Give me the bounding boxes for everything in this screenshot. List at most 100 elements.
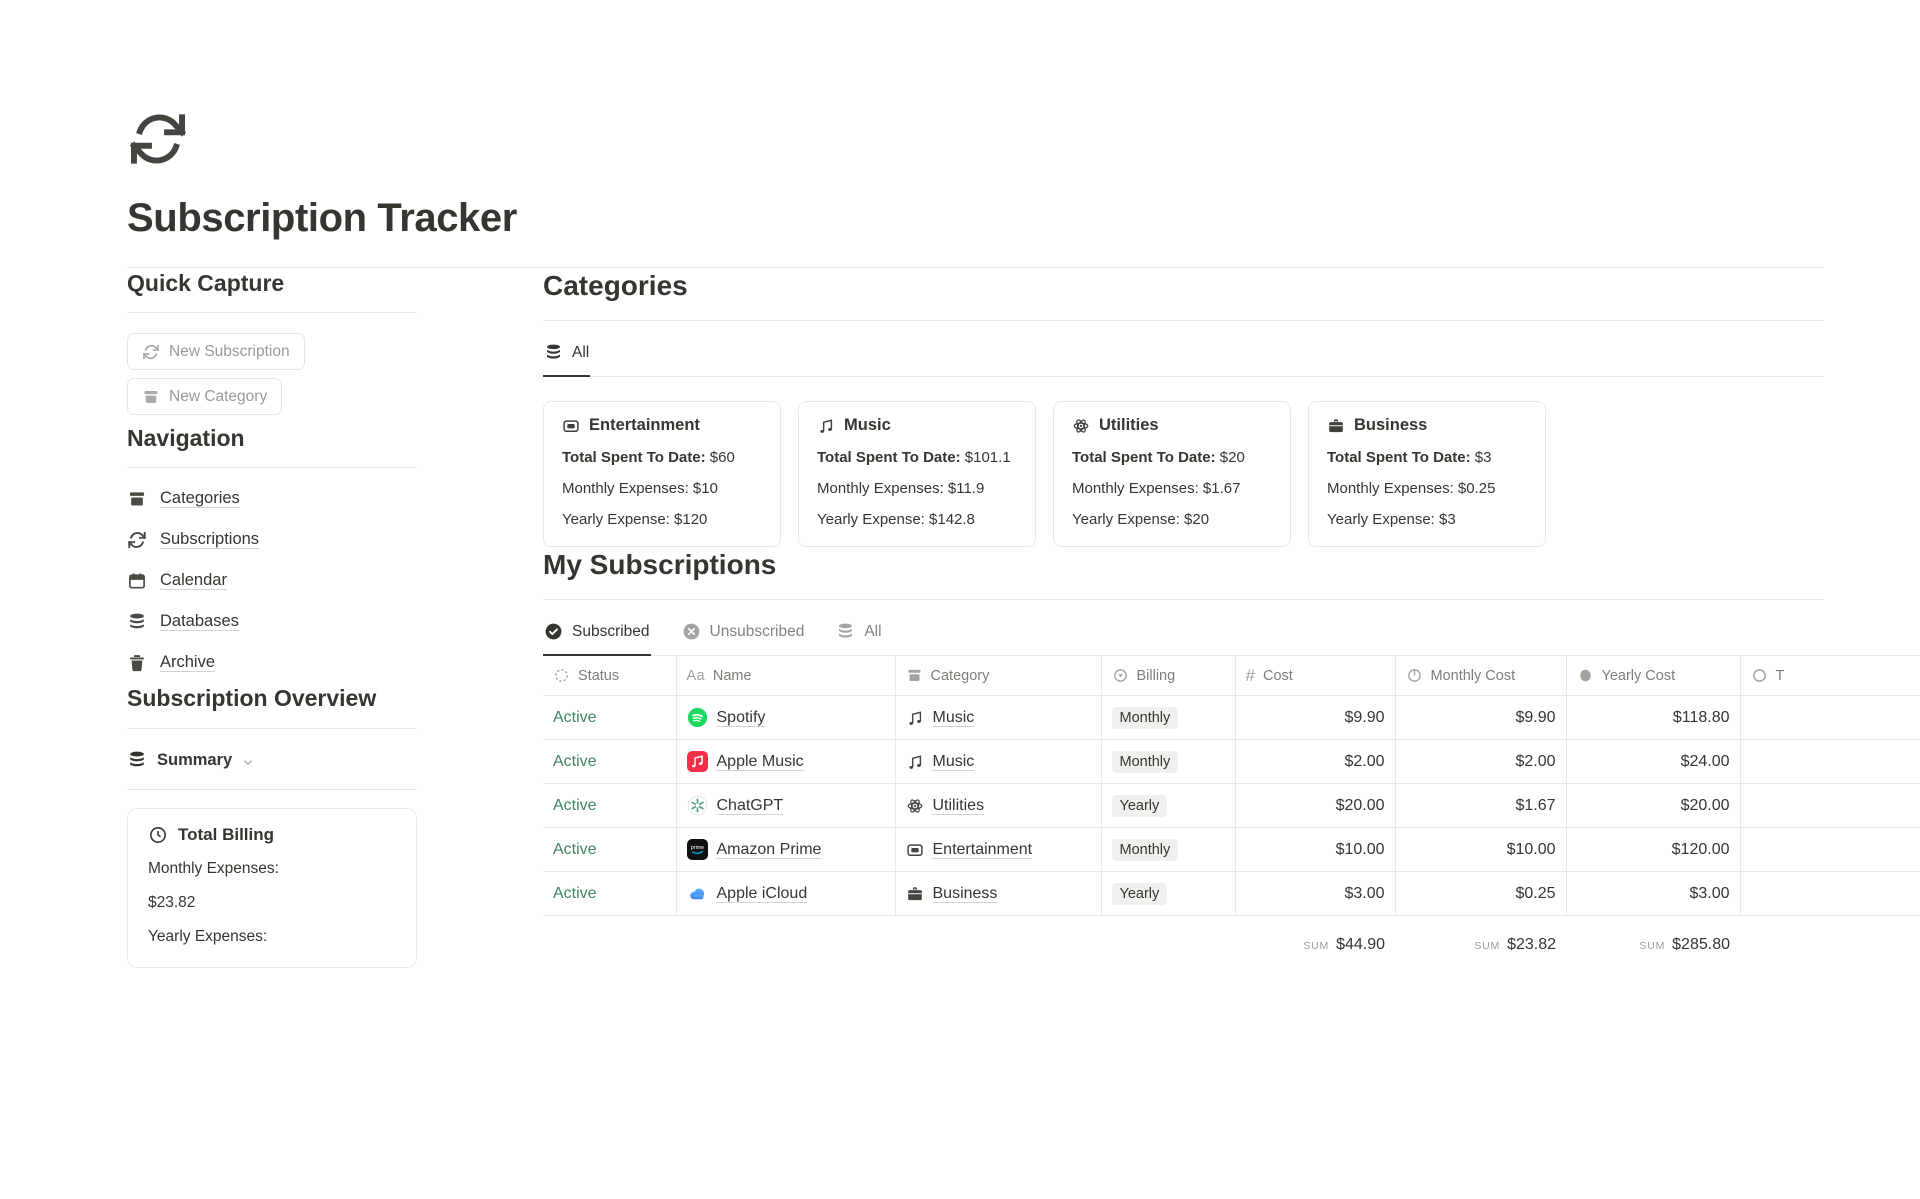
sidebar: Quick Capture New Subscription New Categ… (127, 268, 417, 968)
category-box-icon (127, 489, 147, 509)
page-icon-refresh[interactable] (127, 108, 189, 170)
billing-tag: Yearly (1112, 795, 1168, 817)
dial-icon (1406, 667, 1423, 684)
cost-value: $9.90 (1235, 696, 1395, 740)
category-link[interactable]: Entertainment (933, 841, 1033, 859)
sidebar-item-subscriptions[interactable]: Subscriptions (127, 519, 417, 560)
yearly-cost-value: $118.80 (1566, 696, 1740, 740)
total-spent-label: Total Spent To Date: (562, 449, 706, 466)
navigation-list: Categories Subscriptions Calendar Databa… (127, 478, 417, 683)
category-card-name: Entertainment (589, 416, 700, 435)
sum-yearly-cost[interactable]: SUM$285.80 (1566, 916, 1740, 969)
monthly-cost-value: $10.00 (1395, 828, 1566, 872)
status-value: Active (553, 753, 597, 770)
column-header-monthly-cost[interactable]: Monthly Cost (1395, 656, 1566, 696)
sidebar-item-calendar[interactable]: Calendar (127, 560, 417, 601)
category-cards: Entertainment Total Spent To Date: $60 M… (543, 401, 1920, 547)
tv-icon (562, 417, 580, 435)
subscription-name-link[interactable]: Apple Music (717, 753, 804, 771)
sum-monthly-cost[interactable]: SUM$23.82 (1395, 916, 1566, 969)
billing-tag: Monthly (1112, 839, 1179, 861)
subscription-name-link[interactable]: Amazon Prime (717, 841, 822, 859)
category-card-entertainment[interactable]: Entertainment Total Spent To Date: $60 M… (543, 401, 781, 547)
card-yearly-expense: Yearly Expense: $3 (1327, 510, 1527, 530)
category-link[interactable]: Utilities (933, 797, 985, 815)
column-header-name[interactable]: Aa Name (676, 656, 895, 696)
column-header-billing[interactable]: Billing (1101, 656, 1235, 696)
new-category-button[interactable]: New Category (127, 378, 282, 415)
card-monthly-expenses: Monthly Expenses: $10 (562, 479, 762, 499)
monthly-expenses-value: $23.82 (148, 892, 396, 913)
subscription-name-link[interactable]: Apple iCloud (717, 885, 808, 903)
chevron-down-icon (242, 756, 254, 768)
subscriptions-table-wrapper: Status Aa Name Category Billing # (543, 656, 1920, 968)
column-header-status[interactable]: Status (543, 656, 676, 696)
billing-tag: Monthly (1112, 707, 1179, 729)
summary-view-selector[interactable]: Summary (127, 744, 417, 776)
tab-label: Subscribed (572, 623, 650, 641)
nav-link-label: Archive (160, 653, 215, 672)
music-note-icon (906, 753, 924, 771)
table-row-apple-icloud: Active Apple iCloud Business Yearly $3.0… (543, 872, 1920, 916)
table-header-row: Status Aa Name Category Billing # (543, 656, 1920, 696)
table-row-apple-music: Active Apple Music Music Monthly $2.00 $… (543, 740, 1920, 784)
category-card-music[interactable]: Music Total Spent To Date: $101.1 Monthl… (798, 401, 1036, 547)
yearly-cost-value: $120.00 (1566, 828, 1740, 872)
monthly-cost-value: $1.67 (1395, 784, 1566, 828)
status-value: Active (553, 885, 597, 902)
new-subscription-label: New Subscription (169, 343, 290, 361)
total-billing-title: Total Billing (178, 825, 274, 845)
database-icon (127, 612, 147, 632)
select-icon (1112, 667, 1129, 684)
filled-circle-icon (1577, 667, 1594, 684)
tab-subscribed[interactable]: Subscribed (543, 622, 651, 656)
sidebar-item-databases[interactable]: Databases (127, 601, 417, 642)
summary-view-label: Summary (157, 751, 232, 770)
total-spent-value: $60 (710, 449, 735, 466)
category-box-icon (142, 388, 160, 406)
cost-value: $3.00 (1235, 872, 1395, 916)
tab-all-subscriptions[interactable]: All (835, 622, 882, 656)
subscription-name-link[interactable]: ChatGPT (717, 797, 784, 815)
column-header-cost[interactable]: # Cost (1235, 656, 1395, 696)
new-category-label: New Category (169, 388, 267, 406)
column-header-truncated[interactable]: T (1740, 656, 1920, 696)
status-value: Active (553, 797, 597, 814)
refresh-icon (142, 343, 160, 361)
new-subscription-button[interactable]: New Subscription (127, 333, 305, 370)
category-card-name: Music (844, 416, 891, 435)
column-header-yearly-cost[interactable]: Yearly Cost (1566, 656, 1740, 696)
tab-label: Unsubscribed (710, 623, 805, 641)
category-link[interactable]: Music (933, 753, 975, 771)
page-title: Subscription Tracker (127, 196, 1920, 241)
tab-unsubscribed[interactable]: Unsubscribed (681, 622, 806, 656)
yearly-expenses-label: Yearly Expenses: (148, 926, 396, 947)
subscriptions-tabbar: Subscribed Unsubscribed All (543, 600, 1920, 656)
category-card-business[interactable]: Business Total Spent To Date: $3 Monthly… (1308, 401, 1546, 547)
subscription-name-link[interactable]: Spotify (717, 709, 766, 727)
navigation-heading: Navigation (127, 423, 417, 453)
yearly-cost-value: $20.00 (1566, 784, 1740, 828)
tab-all-categories[interactable]: All (543, 343, 590, 377)
monthly-cost-value: $9.90 (1395, 696, 1566, 740)
sum-cost[interactable]: SUM$44.90 (1235, 916, 1395, 969)
cost-value: $10.00 (1235, 828, 1395, 872)
text-aa-icon: Aa (687, 668, 705, 684)
sidebar-item-categories[interactable]: Categories (127, 478, 417, 519)
trash-icon (127, 653, 147, 673)
sidebar-item-archive[interactable]: Archive (127, 642, 417, 683)
check-circle-icon (544, 622, 563, 641)
clock-icon (148, 825, 168, 845)
empty-cell (1740, 872, 1920, 916)
card-monthly-expenses: Monthly Expenses: $0.25 (1327, 479, 1527, 499)
category-link[interactable]: Business (933, 885, 998, 903)
empty-cell (1740, 828, 1920, 872)
briefcase-icon (1327, 417, 1345, 435)
categories-heading: Categories (543, 268, 1920, 304)
refresh-icon (127, 108, 189, 170)
category-card-name: Utilities (1099, 416, 1159, 435)
table-row-spotify: Active Spotify Music Monthly $9.90 $9.90… (543, 696, 1920, 740)
category-card-utilities[interactable]: Utilities Total Spent To Date: $20 Month… (1053, 401, 1291, 547)
column-header-category[interactable]: Category (895, 656, 1101, 696)
category-link[interactable]: Music (933, 709, 975, 727)
